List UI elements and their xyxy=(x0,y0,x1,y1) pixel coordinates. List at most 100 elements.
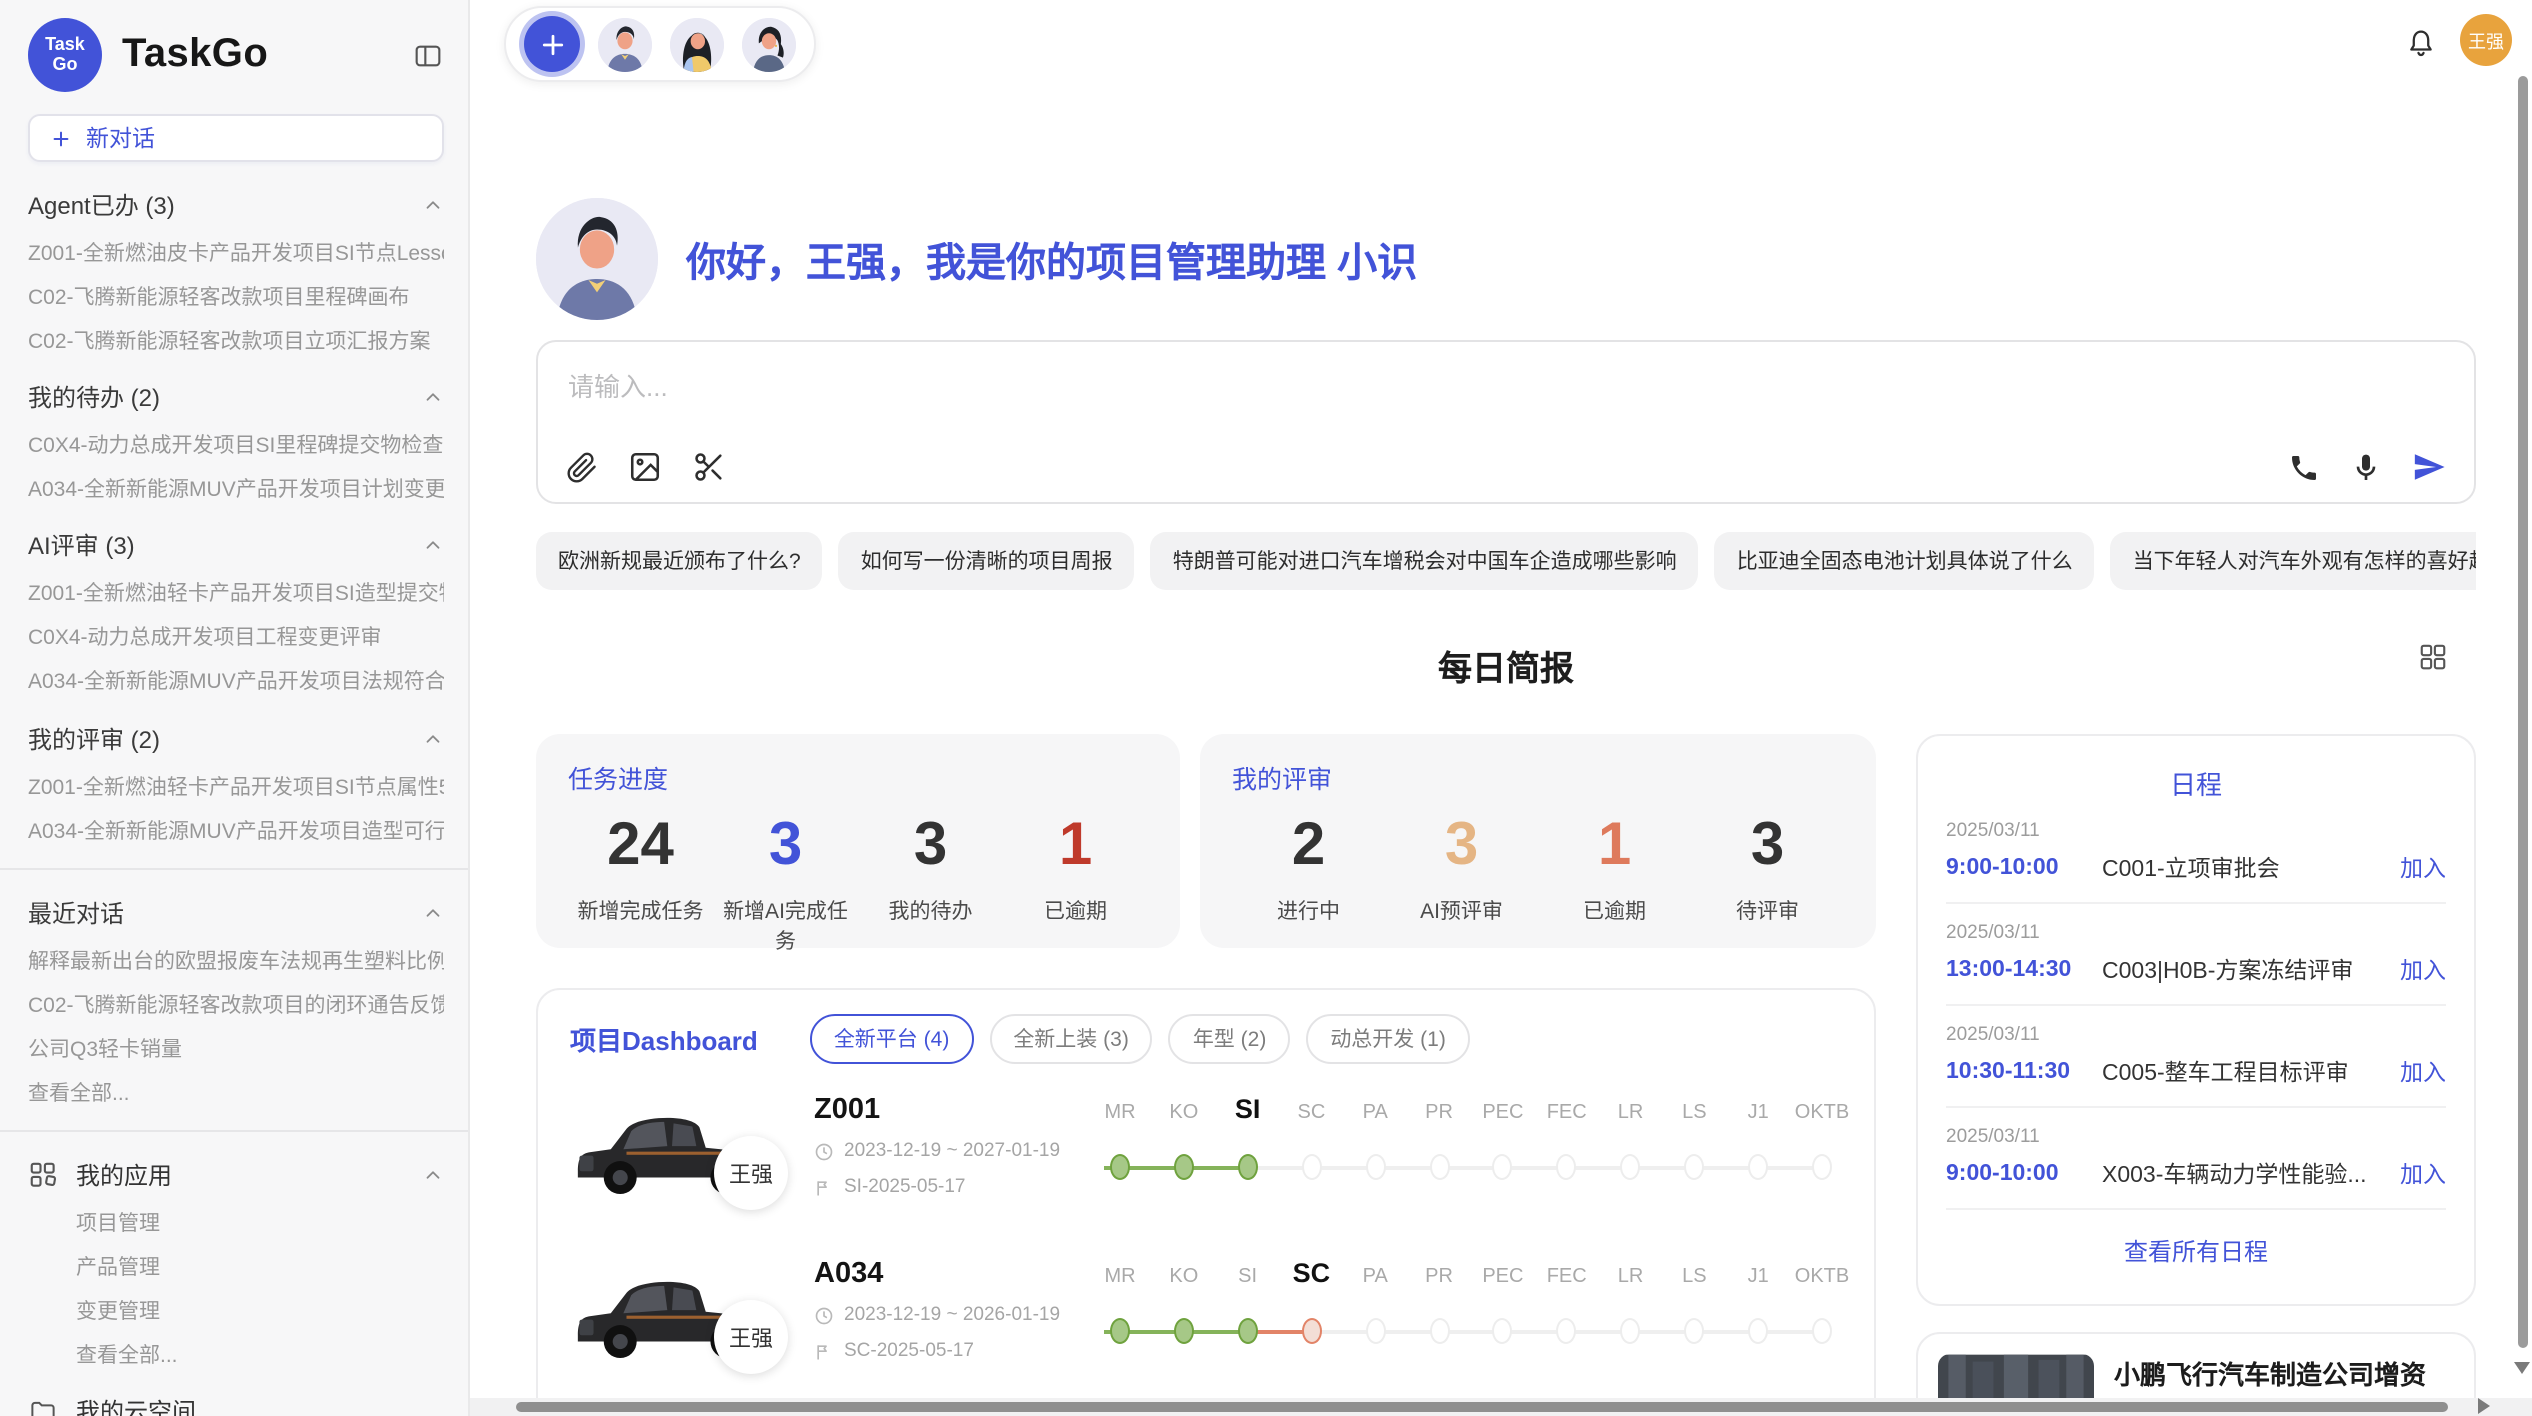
recent-view-all-link[interactable]: 查看全部... xyxy=(28,1082,444,1106)
suggestion-chip[interactable]: 当下年轻人对汽车外观有怎样的喜好趋势 xyxy=(2111,532,2476,590)
apps-view-all-link[interactable]: 查看全部... xyxy=(76,1344,444,1368)
section-ai-review[interactable]: AI评审 (3) xyxy=(28,529,444,563)
project-row[interactable]: 王强 A034 2023-12-19 ~ 2026-01-19 xyxy=(570,1248,1842,1392)
stat-value: 1 xyxy=(1003,812,1148,878)
notification-bell-icon[interactable] xyxy=(2404,26,2438,60)
vertical-scrollbar[interactable] xyxy=(2518,76,2528,1348)
daily-brief-header: 每日简报 xyxy=(536,640,2476,690)
suggestion-chip[interactable]: 如何写一份清晰的项目周报 xyxy=(839,532,1135,590)
app-item-project-mgmt[interactable]: 项目管理 xyxy=(76,1212,444,1236)
stat-in-progress: 2 进行中 xyxy=(1232,812,1385,926)
phone-icon[interactable] xyxy=(2288,451,2320,483)
sidebar-item-cloud-space[interactable]: 我的云空间 xyxy=(28,1394,444,1416)
horizontal-scrollbar[interactable] xyxy=(516,1402,2448,1412)
join-link[interactable]: 加入 xyxy=(2400,954,2446,986)
assistant-avatar[interactable] xyxy=(742,17,796,71)
send-icon[interactable] xyxy=(2412,450,2446,484)
sidebar-task-item[interactable]: C0X4-动力总成开发项目工程变更评审 xyxy=(28,627,444,651)
milestone-dot xyxy=(1238,1318,1258,1344)
sidebar-task-item[interactable]: Z001-全新燃油轻卡产品开发项目SI造型提交物评审 xyxy=(28,583,444,607)
join-link[interactable]: 加入 xyxy=(2400,1056,2446,1088)
event-title: C001-立项审批会 xyxy=(2102,852,2400,884)
sidebar-task-item[interactable]: C0X4-动力总成开发项目SI里程碑提交物检查 xyxy=(28,434,444,458)
sidebar-task-item[interactable]: A034-全新新能源MUV产品开发项目造型可行性评审 xyxy=(28,819,444,843)
milestone-label: J1 xyxy=(1748,1102,1769,1124)
input-toolbar-left xyxy=(566,450,726,484)
logo-line-2: Go xyxy=(53,55,78,74)
main-area: 王强 你好，王强，我是你的项目管理助理 小识 请输入... xyxy=(470,0,2532,1416)
assistant-avatar[interactable] xyxy=(598,17,652,71)
app-item-change-mgmt[interactable]: 变更管理 xyxy=(76,1300,444,1324)
scroll-down-arrow-icon[interactable] xyxy=(2514,1362,2530,1374)
milestone-dot xyxy=(1301,1318,1321,1344)
milestone-label: FEC xyxy=(1547,1102,1587,1124)
section-my-review[interactable]: 我的评审 (2) xyxy=(28,721,444,755)
divider xyxy=(0,867,468,869)
section-my-todo[interactable]: 我的待办 (2) xyxy=(28,380,444,414)
tab-year-model[interactable]: 年型 (2) xyxy=(1169,1014,1291,1064)
stat-label: 进行中 xyxy=(1232,896,1385,926)
stat-value: 3 xyxy=(1691,812,1844,878)
tab-new-platform[interactable]: 全新平台 (4) xyxy=(810,1014,974,1064)
view-all-schedule-link[interactable]: 查看所有日程 xyxy=(1946,1234,2446,1268)
milestone-label: PEC xyxy=(1482,1266,1523,1288)
clock-icon xyxy=(814,1305,834,1325)
sidebar-item-my-apps[interactable]: 我的应用 xyxy=(28,1158,444,1192)
milestone-dot xyxy=(1301,1154,1321,1180)
image-icon[interactable] xyxy=(628,450,662,484)
recent-chat-item[interactable]: 公司Q3轻卡销量 xyxy=(28,1038,444,1062)
section-title: Agent已办 (3) xyxy=(28,188,175,222)
chevron-up-icon xyxy=(422,194,444,216)
layout-grid-icon[interactable] xyxy=(2418,642,2448,672)
user-avatar[interactable]: 王强 xyxy=(2460,14,2512,66)
suggestion-chip[interactable]: 欧洲新规最近颁布了什么? xyxy=(536,532,823,590)
tab-powertrain[interactable]: 动总开发 (1) xyxy=(1306,1014,1470,1064)
suggestion-chip[interactable]: 特朗普可能对进口汽车增税会对中国车企造成哪些影响 xyxy=(1151,532,1699,590)
new-chat-button[interactable]: 新对话 xyxy=(28,114,444,162)
sidebar-task-item[interactable]: A034-全新新能源MUV产品开发项目计划变更表编写 xyxy=(28,479,444,503)
scissors-icon[interactable] xyxy=(692,450,726,484)
my-review-title: 我的评审 xyxy=(1232,758,1844,796)
milestone-dot xyxy=(1365,1318,1385,1344)
milestone-dot xyxy=(1365,1154,1385,1180)
app-item-product-mgmt[interactable]: 产品管理 xyxy=(76,1256,444,1280)
section-agent-done[interactable]: Agent已办 (3) xyxy=(28,188,444,222)
project-info: A034 2023-12-19 ~ 2026-01-19 SC-2025-05-… xyxy=(814,1248,1104,1392)
stat-label: 待评审 xyxy=(1691,896,1844,926)
milestone-label: SI xyxy=(1238,1266,1257,1288)
milestone-dot xyxy=(1621,1154,1641,1180)
recent-chat-item[interactable]: C02-飞腾新能源轻客改款项目的闭环通告反馈情况 xyxy=(28,993,444,1017)
milestone-dot xyxy=(1110,1154,1130,1180)
horizontal-scrollbar-track[interactable] xyxy=(470,1398,2532,1416)
task-progress-card: 任务进度 24 新增完成任务 3 新增AI完成任务 xyxy=(536,734,1180,948)
sidebar-header: Task Go TaskGo xyxy=(28,18,444,92)
sidebar-task-item[interactable]: C02-飞腾新能源轻客改款项目里程碑画布 xyxy=(28,286,444,310)
sidebar-task-item[interactable]: A034-全新新能源MUV产品开发项目法规符合性评审 xyxy=(28,671,444,695)
sidebar-task-item[interactable]: C02-飞腾新能源轻客改款项目立项汇报方案 xyxy=(28,330,444,354)
add-assistant-button[interactable] xyxy=(524,16,580,72)
sidebar-task-item[interactable]: Z001-全新燃油轻卡产品开发项目SI节点属性5D文件评审 xyxy=(28,775,444,799)
chat-input-card[interactable]: 请输入... xyxy=(536,340,2476,504)
chevron-up-icon xyxy=(422,386,444,408)
attach-icon[interactable] xyxy=(566,451,598,483)
join-link[interactable]: 加入 xyxy=(2400,1158,2446,1190)
milestone-dot xyxy=(1557,1318,1577,1344)
milestone-label: MR xyxy=(1104,1102,1135,1124)
plus-icon xyxy=(50,127,72,149)
recent-chat-item[interactable]: 解释最新出台的欧盟报废车法规再生塑料比例被调至15%... xyxy=(28,949,444,973)
mic-icon[interactable] xyxy=(2350,451,2382,483)
project-dates: 2023-12-19 ~ 2026-01-19 xyxy=(814,1304,1104,1326)
project-owner-badge: 王强 xyxy=(714,1136,788,1210)
sidebar-collapse-icon[interactable] xyxy=(412,39,444,71)
scroll-right-arrow-icon[interactable] xyxy=(2478,1398,2490,1414)
tab-new-body[interactable]: 全新上装 (3) xyxy=(989,1014,1153,1064)
logo-line-1: Task xyxy=(45,36,85,55)
assistant-avatar[interactable] xyxy=(670,17,724,71)
section-recent-chats[interactable]: 最近对话 xyxy=(28,895,444,929)
join-link[interactable]: 加入 xyxy=(2400,852,2446,884)
project-visual: 王强 xyxy=(570,1084,814,1228)
sidebar-task-item[interactable]: Z001-全新燃油皮卡产品开发项目SI节点Lesson Learn报告 xyxy=(28,242,444,266)
stat-value: 3 xyxy=(858,812,1003,878)
project-row[interactable]: 王强 Z001 2023-12-19 ~ 2027-01-19 xyxy=(570,1084,1842,1228)
suggestion-chip[interactable]: 比亚迪全固态电池计划具体说了什么 xyxy=(1715,532,2095,590)
